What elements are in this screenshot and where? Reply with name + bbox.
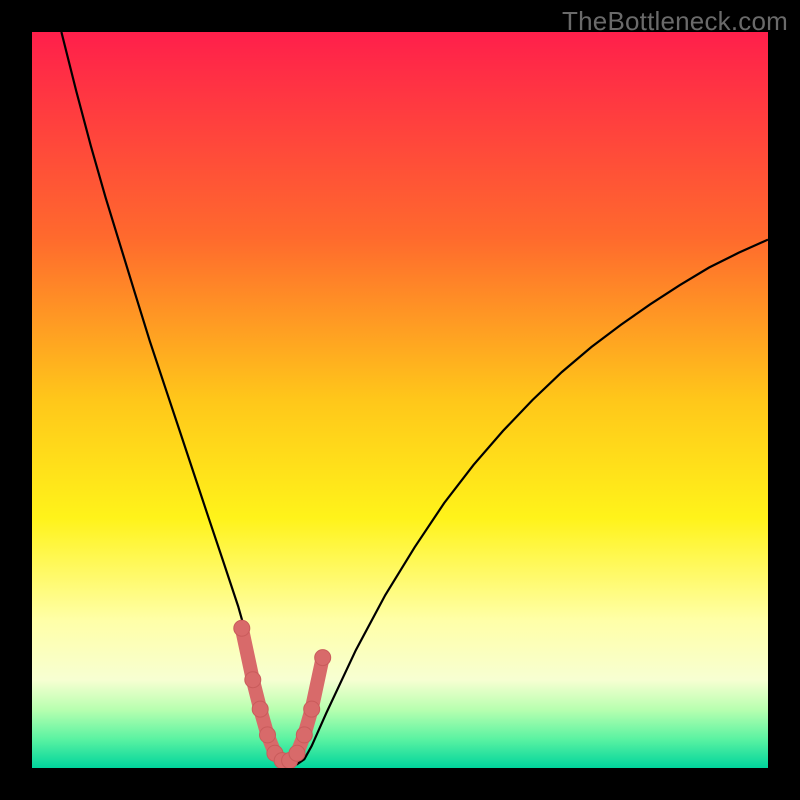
- marker-dot: [260, 727, 276, 743]
- chart-frame: TheBottleneck.com: [0, 0, 800, 800]
- marker-dot: [234, 620, 250, 636]
- marker-dot: [315, 650, 331, 666]
- marker-dot: [304, 701, 320, 717]
- plot-svg: [32, 32, 768, 768]
- marker-dot: [296, 727, 312, 743]
- marker-dot: [252, 701, 268, 717]
- marker-dot: [289, 745, 305, 761]
- gradient-background: [32, 32, 768, 768]
- watermark-text: TheBottleneck.com: [562, 6, 788, 37]
- marker-dot: [245, 672, 261, 688]
- plot-area: [32, 32, 768, 768]
